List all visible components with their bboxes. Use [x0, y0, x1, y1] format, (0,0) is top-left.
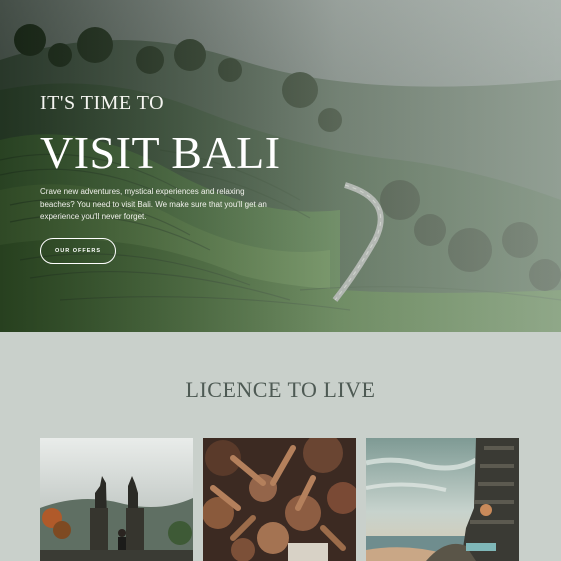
cliffside-villa-photo[interactable]: [366, 438, 519, 561]
section-title: LICENCE TO LIVE: [185, 377, 376, 402]
dancing-crowd-image: [203, 438, 356, 561]
hero-banner: IT'S TIME TO VISIT BALI Crave new advent…: [0, 0, 561, 332]
hero-content: IT'S TIME TO VISIT BALI Crave new advent…: [40, 92, 340, 264]
hero-eyebrow: IT'S TIME TO: [40, 92, 165, 114]
hero-description: Crave new adventures, mystical experienc…: [40, 187, 267, 221]
temple-gate-photo[interactable]: [40, 438, 193, 561]
cliffside-villa-image: [366, 438, 519, 561]
dancing-crowd-photo[interactable]: [203, 438, 356, 561]
our-offers-button[interactable]: OUR OFFERS: [40, 237, 117, 264]
hero-title: VISIT BALI: [40, 127, 281, 178]
temple-gate-image: [40, 438, 193, 561]
photo-gallery: [40, 438, 519, 561]
